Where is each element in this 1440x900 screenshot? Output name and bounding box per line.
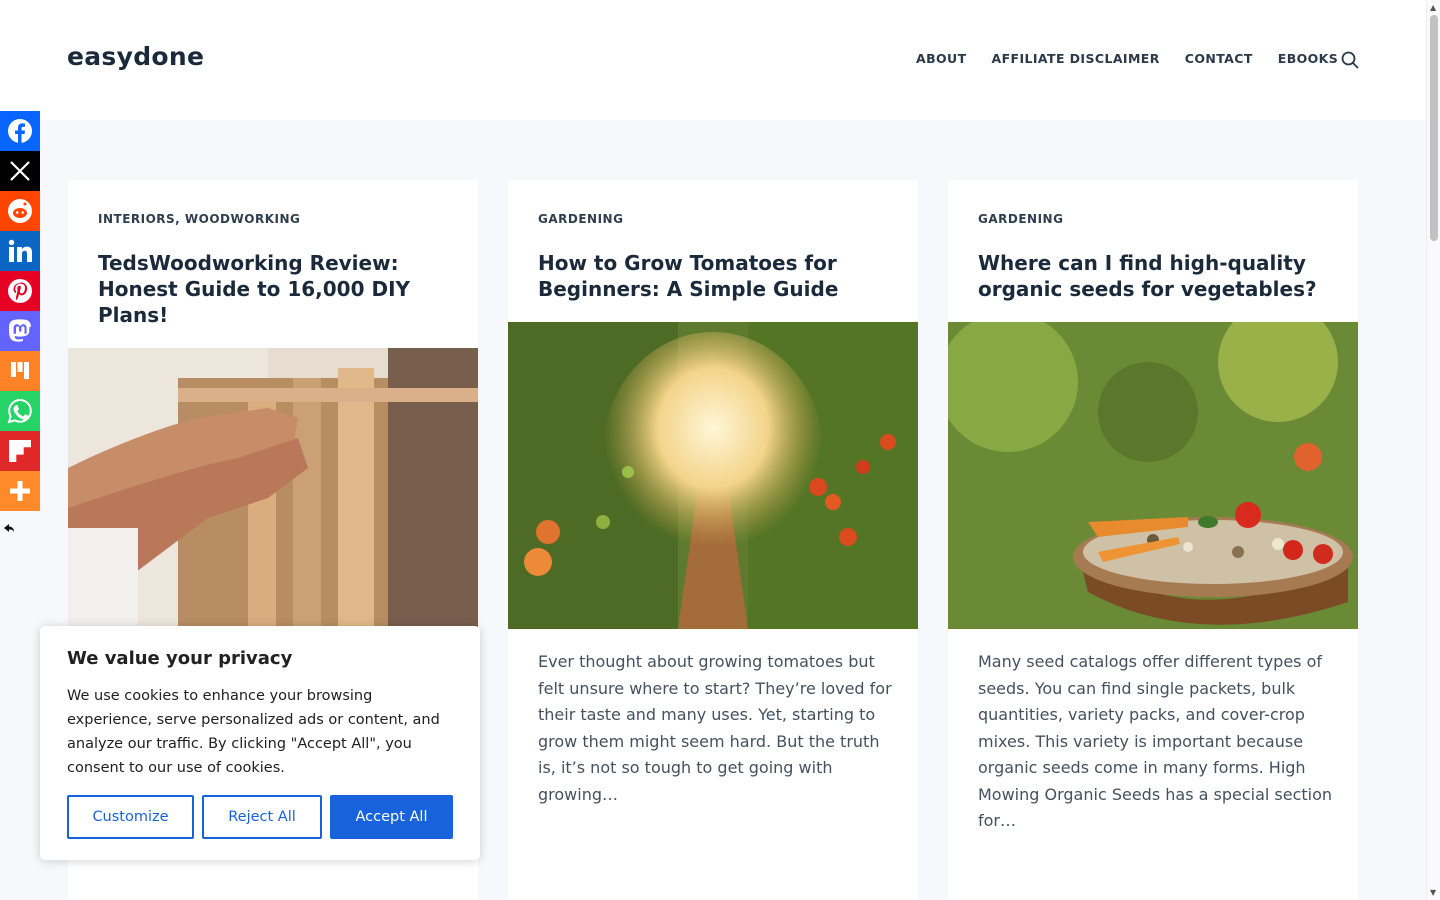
facebook-icon[interactable] (0, 111, 40, 151)
hide-social-bar-toggle-icon[interactable] (3, 522, 15, 537)
site-logo[interactable]: easydone (67, 42, 204, 71)
scroll-up-arrow-icon[interactable]: ▲ (1430, 3, 1436, 12)
post-excerpt: Many seed catalogs offer different types… (978, 652, 1333, 830)
x-icon[interactable] (0, 151, 40, 191)
post-excerpt: Ever thought about growing tomatoes but … (538, 652, 892, 804)
search-icon[interactable] (1340, 50, 1360, 70)
nav-item-ebooks[interactable]: EBOOKS (1278, 51, 1338, 66)
customize-button[interactable]: Customize (67, 795, 194, 839)
post-category[interactable]: GARDENING (978, 212, 1063, 226)
nav-item-about[interactable]: ABOUT (916, 51, 967, 66)
nav-item-contact[interactable]: CONTACT (1185, 51, 1253, 66)
post-thumbnail-woodworking[interactable] (68, 348, 478, 655)
reddit-icon[interactable] (0, 191, 40, 231)
linkedin-icon[interactable] (0, 231, 40, 271)
reject-all-button[interactable]: Reject All (202, 795, 322, 839)
accept-all-button[interactable]: Accept All (330, 795, 453, 839)
flipboard-icon[interactable] (0, 431, 40, 471)
mix-icon[interactable] (0, 351, 40, 391)
site-header: easydone ABOUT AFFILIATE DISCLAIMER CONT… (0, 0, 1426, 120)
nav-item-affiliate-disclaimer[interactable]: AFFILIATE DISCLAIMER (992, 51, 1160, 66)
cookie-text: We use cookies to enhance your browsing … (67, 688, 440, 776)
cookie-title: We value your privacy (67, 648, 293, 669)
post-category[interactable]: GARDENING (538, 212, 623, 226)
post-title[interactable]: Where can I find high-quality organic se… (978, 250, 1333, 302)
scrollbar-thumb[interactable] (1430, 15, 1438, 241)
post-title[interactable]: TedsWoodworking Review: Honest Guide to … (98, 250, 453, 328)
page-scrollbar[interactable]: ▲ ▼ (1426, 0, 1440, 900)
scroll-down-arrow-icon[interactable]: ▼ (1430, 888, 1436, 897)
post-card: GARDENING How to Grow Tomatoes for Begin… (508, 180, 918, 900)
social-share-bar (0, 111, 40, 511)
main-nav: ABOUT AFFILIATE DISCLAIMER CONTACT EBOOK… (916, 51, 1338, 66)
more-icon[interactable] (0, 471, 40, 511)
post-card: GARDENING Where can I find high-quality … (948, 180, 1358, 900)
post-thumbnail-seeds[interactable] (948, 322, 1358, 629)
post-title[interactable]: How to Grow Tomatoes for Beginners: A Si… (538, 250, 893, 302)
cookie-consent-banner: We value your privacy We use cookies to … (40, 626, 480, 860)
post-thumbnail-tomatoes[interactable] (508, 322, 918, 629)
post-category[interactable]: INTERIORS, WOODWORKING (98, 212, 300, 226)
whatsapp-icon[interactable] (0, 391, 40, 431)
pinterest-icon[interactable] (0, 271, 40, 311)
mastodon-icon[interactable] (0, 311, 40, 351)
